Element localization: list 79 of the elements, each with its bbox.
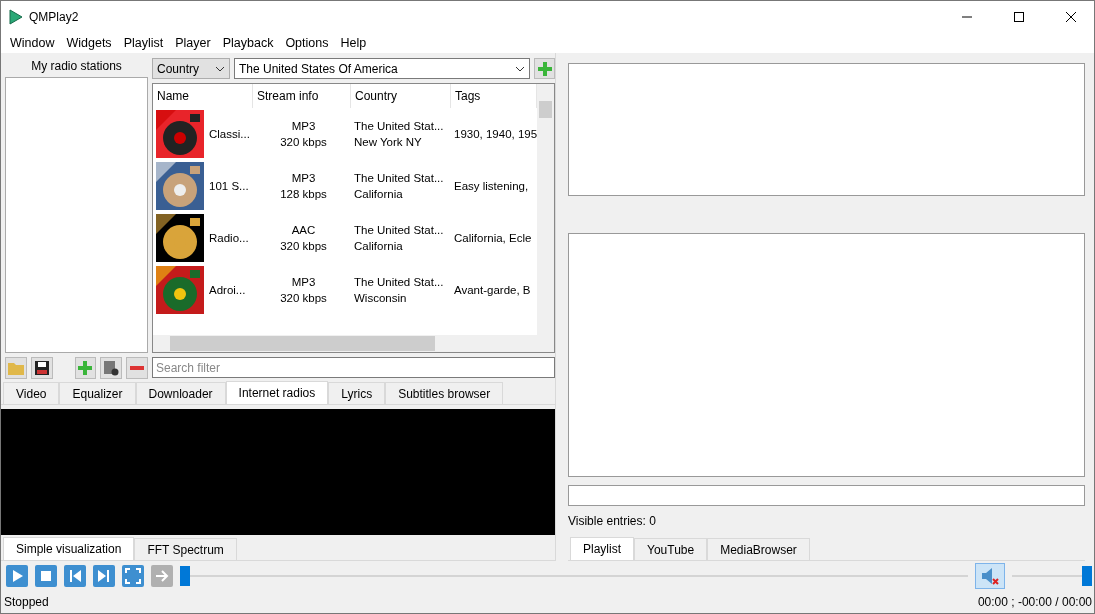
menu-item[interactable]: Window — [4, 35, 61, 50]
menu-item[interactable]: Playback — [216, 35, 280, 50]
slider-handle[interactable] — [1082, 566, 1092, 586]
plus-icon — [77, 360, 94, 376]
table-cell-text: Avant-garde, B — [454, 283, 531, 298]
volume-slider[interactable] — [1012, 566, 1092, 586]
table-cell-text: Radio... — [209, 231, 249, 246]
table-cell-text: MP3 320 kbps — [280, 275, 327, 306]
column-header[interactable]: Stream info — [253, 84, 351, 108]
filter-dropdown[interactable]: Country — [152, 58, 230, 79]
next-icon — [93, 565, 115, 587]
table-cell-text: The United Stat... California — [354, 223, 444, 254]
country-dropdown[interactable]: The United States Of America — [234, 58, 531, 79]
table-cell-text: The United Stat... California — [354, 171, 444, 202]
tab[interactable]: Internet radios — [225, 381, 329, 404]
minus-icon — [130, 366, 145, 370]
vertical-scrollbar[interactable] — [537, 84, 555, 335]
slider-handle[interactable] — [180, 566, 190, 586]
table-cell-text: The United Stat... Wisconsin — [354, 275, 444, 306]
speaker-icon — [980, 566, 1000, 586]
tab[interactable]: Equalizer — [59, 382, 136, 404]
table-cell-text: AAC 320 kbps — [280, 223, 327, 254]
fullscreen-button[interactable] — [122, 565, 144, 587]
table-cell-text: The United Stat... New York NY — [354, 119, 444, 150]
table-cell-text: MP3 320 kbps — [280, 119, 327, 150]
stop-button[interactable] — [35, 565, 57, 587]
close-icon — [1066, 11, 1076, 22]
play-button[interactable] — [6, 565, 28, 587]
seek-slider[interactable] — [180, 566, 968, 586]
table-cell-text: Adroi... — [209, 283, 246, 298]
fullscreen-icon — [122, 565, 144, 587]
menu-item[interactable]: Player — [169, 35, 217, 50]
menu-item[interactable]: Help — [334, 35, 373, 50]
folder-icon — [7, 361, 24, 375]
search-field[interactable]: Search filter — [152, 357, 556, 378]
menu-item[interactable]: Options — [279, 35, 335, 50]
play-logo-icon — [9, 8, 23, 25]
tab[interactable]: Simple visualization — [3, 537, 135, 560]
previous-button[interactable] — [64, 565, 86, 587]
tab[interactable]: MediaBrowser — [707, 538, 810, 560]
menu-item[interactable]: Widgets — [60, 35, 118, 50]
maximize-icon — [1014, 11, 1024, 22]
horizontal-scrollbar[interactable] — [153, 335, 555, 352]
caret-icon — [215, 65, 225, 72]
next-button[interactable] — [93, 565, 115, 587]
column-header[interactable]: Name — [153, 84, 253, 108]
tab[interactable]: Video — [3, 382, 60, 404]
tab[interactable]: Playlist — [570, 537, 634, 560]
caret-icon — [515, 65, 526, 72]
window-title: QMPlay2 — [29, 9, 80, 24]
tab[interactable]: Subtitles browser — [385, 382, 504, 404]
arrow-button[interactable] — [151, 565, 173, 587]
status-text: Stopped — [4, 595, 49, 609]
menu-item[interactable]: Playlist — [117, 35, 170, 50]
table-cell-text: California, Ecle — [454, 231, 532, 246]
table-cell-text: Easy listening, — [454, 179, 529, 194]
column-header[interactable]: Country — [351, 84, 451, 108]
mute-button[interactable] — [975, 563, 1005, 589]
stop-icon — [35, 565, 57, 587]
plus-icon — [536, 60, 553, 77]
time-display: 00:00 ; -00:00 / 00:00 — [977, 595, 1092, 609]
add-button[interactable] — [534, 58, 556, 79]
play-icon — [6, 565, 28, 587]
tab[interactable]: FFT Spectrum — [134, 538, 237, 560]
document-gear-icon — [103, 360, 120, 376]
tab[interactable]: Lyrics — [328, 382, 386, 404]
table-cell-text: 1930, 1940, 195 — [454, 127, 538, 142]
settings-button[interactable] — [100, 357, 123, 379]
entries-count: Visible entries: 0 — [568, 514, 657, 530]
table-cell-text: MP3 128 kbps — [280, 171, 327, 202]
panel-title: My radio stations — [30, 58, 123, 75]
table-cell-text: 101 S... — [209, 179, 249, 194]
table-cell-text: Classi... — [209, 127, 250, 142]
tab[interactable]: YouTube — [634, 538, 708, 560]
save-button[interactable] — [30, 357, 53, 379]
playlist-filter-field[interactable] — [568, 485, 1085, 506]
tab[interactable]: Downloader — [135, 382, 226, 404]
remove-button[interactable] — [126, 357, 148, 379]
previous-icon — [64, 565, 86, 587]
